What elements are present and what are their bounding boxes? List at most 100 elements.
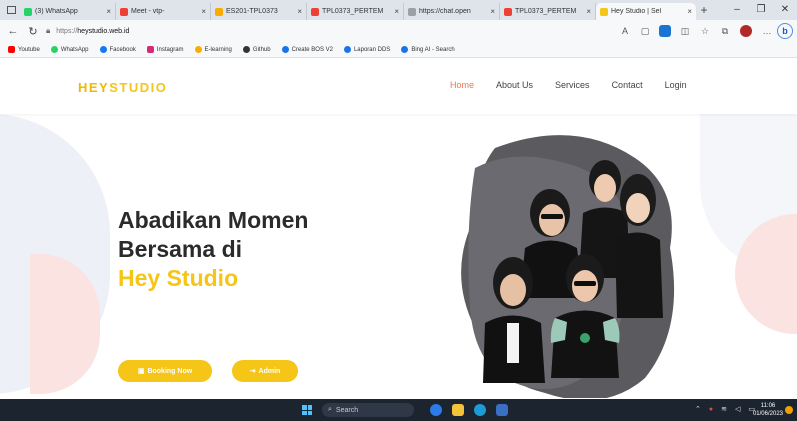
site-logo[interactable]: HEYSTUDIO [78, 80, 167, 95]
close-icon[interactable]: × [586, 7, 591, 16]
bookmark-instagram[interactable]: Instagram [146, 46, 184, 53]
tab-title: (3) WhatsApp [35, 8, 78, 15]
tab-title: TPL0373_PERTEM [515, 8, 577, 15]
hero-photo [461, 135, 675, 398]
url-host: heystudio.web.id [77, 27, 130, 35]
globe-icon [281, 46, 289, 53]
admin-button[interactable]: ⇥ Admin [232, 360, 298, 382]
calendar-icon: ▣ [137, 368, 145, 375]
bookmark-label: E-learning [204, 46, 232, 53]
new-tab-icon[interactable]: + [696, 3, 712, 17]
bookmark-elearning[interactable]: E-learning [194, 46, 232, 53]
os-taskbar: ⌕ Search ⌃ ● ≋ ◁ ▭ 11:06 01/06/2023 [0, 399, 797, 421]
notification-icon[interactable] [785, 406, 793, 414]
browser-tab[interactable]: Meet - vtp- × [116, 3, 211, 20]
chevron-up-icon[interactable]: ⌃ [695, 405, 701, 413]
nav-about-us[interactable]: About Us [496, 80, 533, 90]
page-icon [408, 7, 416, 16]
bookmark-youtube[interactable]: Youtube [8, 46, 40, 53]
nav-services[interactable]: Services [555, 80, 590, 90]
button-label: Booking Now [147, 367, 193, 375]
bing-icon[interactable]: b [777, 23, 793, 39]
bookmark-bing-ai[interactable]: Bing AI - Search [401, 46, 455, 53]
clock-time: 11:06 [760, 403, 776, 409]
edge-icon[interactable] [474, 404, 486, 416]
antivirus-icon[interactable]: ● [709, 406, 713, 413]
bookmark-facebook[interactable]: Facebook [99, 46, 136, 53]
favorites-icon[interactable]: ☆ [695, 26, 715, 37]
maximize-icon[interactable]: ❐ [749, 0, 773, 20]
close-window-icon[interactable]: ✕ [773, 0, 797, 20]
browser-tab-bar: (3) WhatsApp × Meet - vtp- × ES201-TPL03… [0, 0, 797, 20]
store-icon[interactable] [496, 404, 508, 416]
app-icon[interactable] [430, 404, 442, 416]
site-header: HEYSTUDIO Home About Us Services Contact… [0, 58, 797, 114]
tab-title: Meet - vtp- [131, 8, 165, 15]
nav-login[interactable]: Login [665, 80, 687, 90]
browser-toolbar: A ▢ ◫ ☆ ⧉ … b [615, 23, 793, 39]
website-viewport: HEYSTUDIO Home About Us Services Contact… [0, 58, 797, 399]
url-input[interactable]: 🔒︎ https:// heystudio.web.id [46, 23, 566, 39]
browser-tab[interactable]: TPL0373_PERTEM × [500, 3, 596, 20]
file-explorer-icon[interactable] [452, 404, 464, 416]
close-icon[interactable]: × [687, 7, 692, 16]
close-icon[interactable]: × [201, 7, 206, 16]
tab-title: TPL0373_PERTEM [322, 8, 384, 15]
site-icon [600, 7, 608, 16]
bookmark-laporan-dds[interactable]: Laporan DDS [343, 46, 390, 53]
collections-icon[interactable]: ⧉ [715, 26, 735, 37]
volume-icon[interactable]: ◁ [735, 405, 740, 413]
close-icon[interactable]: × [490, 7, 495, 16]
browser-tab[interactable]: https://chat.open × [404, 3, 500, 20]
taskbar-search[interactable]: ⌕ Search [322, 403, 414, 417]
wifi-icon[interactable]: ≋ [721, 405, 727, 413]
clock[interactable]: 11:06 01/06/2023 [753, 402, 783, 418]
nav-home[interactable]: Home [450, 80, 474, 90]
clock-date: 01/06/2023 [752, 411, 783, 417]
search-icon [401, 46, 409, 53]
browser-tab[interactable]: ES201-TPL0373 × [211, 3, 307, 20]
search-icon: ⌕ [328, 406, 332, 413]
profile-icon[interactable] [740, 25, 752, 37]
minimize-icon[interactable]: – [725, 0, 749, 20]
close-icon[interactable]: × [106, 7, 111, 16]
browser-tab[interactable]: (3) WhatsApp × [20, 3, 116, 20]
facebook-icon [99, 46, 107, 53]
hero-section: Abadikan Momen Bersama di Hey Studio ▣ B… [0, 114, 797, 399]
instagram-icon [146, 46, 154, 53]
split-screen-icon[interactable]: ◫ [675, 26, 695, 37]
refresh-icon[interactable]: ↻ [26, 25, 40, 38]
back-icon[interactable]: ← [6, 25, 20, 37]
tab-actions-icon[interactable] [4, 4, 18, 16]
extension-icon[interactable] [659, 25, 671, 37]
close-icon[interactable]: × [394, 7, 399, 16]
meet-icon [120, 7, 128, 16]
browser-tab[interactable]: TPL0373_PERTEM × [307, 3, 404, 20]
headline-line: Abadikan Momen [118, 207, 309, 233]
tab-title: https://chat.open [419, 8, 471, 15]
tab-icon[interactable]: ▢ [635, 26, 655, 37]
tab-title: Hey Studio | Sel [611, 8, 662, 15]
elearning-icon [194, 46, 202, 53]
logo-part-hey: HEY [78, 80, 110, 95]
bookmark-github[interactable]: Github [242, 46, 271, 53]
nav-contact[interactable]: Contact [612, 80, 643, 90]
search-label: Search [335, 406, 359, 414]
bookmark-label: Create BOS V2 [291, 46, 333, 53]
read-aloud-icon[interactable]: A [615, 26, 635, 36]
bookmark-whatsapp[interactable]: WhatsApp [50, 46, 89, 53]
browser-tab-active[interactable]: Hey Studio | Sel × [596, 3, 696, 20]
more-icon[interactable]: … [757, 26, 777, 36]
tab-title: ES201-TPL0373 [226, 8, 278, 15]
bookmark-label: Youtube [18, 46, 40, 53]
booking-now-button[interactable]: ▣ Booking Now [118, 360, 212, 382]
windows-start-icon[interactable] [302, 405, 312, 415]
bookmark-create-bos[interactable]: Create BOS V2 [281, 46, 333, 53]
lock-icon: 🔒︎ [46, 26, 51, 35]
whatsapp-icon [24, 7, 32, 16]
bookmark-label: Github [252, 46, 271, 53]
url-scheme: https:// [56, 27, 78, 35]
close-icon[interactable]: × [297, 7, 302, 16]
headline-highlight: Hey Studio [118, 265, 239, 291]
bookmark-label: Facebook [109, 46, 136, 53]
